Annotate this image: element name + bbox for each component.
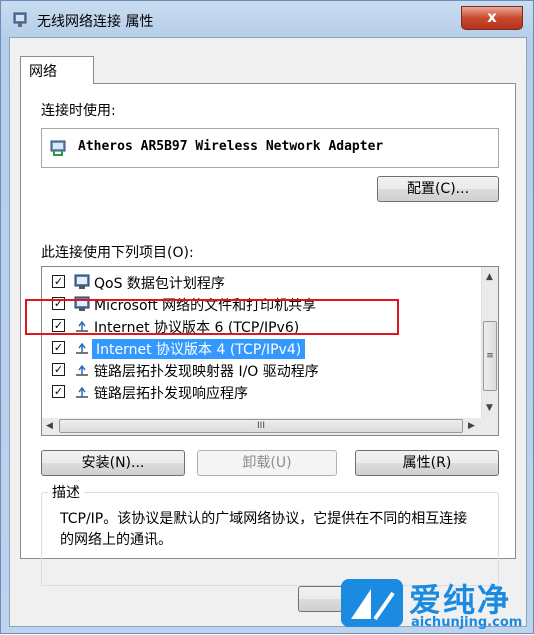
title-bar[interactable]: 无线网络连接 属性 x [1,1,534,37]
network-card-icon [50,140,66,156]
adapter-name: Atheros AR5B97 Wireless Network Adapter [78,139,384,154]
vertical-scrollbar[interactable]: ▲ ≡ ▼ [481,267,498,418]
protocol-icon [76,342,88,354]
scroll-left-arrow-icon[interactable]: ◀ [46,421,53,431]
components-list: ✓ QoS 数据包计划程序 ✓ Microsoft 网络的文件和打印机共享 ✓ … [41,266,499,436]
watermark-url: aichunjing.com [411,615,523,630]
connect-using-label: 连接时使用: [41,103,116,119]
adapter-box: Atheros AR5B97 Wireless Network Adapter [41,128,499,168]
checkbox[interactable]: ✓ [52,341,65,354]
list-item-selected[interactable]: ✓ Internet 协议版本 4 (TCP/IPv4) [42,337,482,359]
checkbox[interactable]: ✓ [52,275,65,288]
scroll-up-arrow-icon[interactable]: ▲ [486,272,493,282]
list-item-label: Internet 协议版本 4 (TCP/IPv4) [92,339,306,359]
list-item[interactable]: ✓ 链路层拓扑发现响应程序 [42,381,482,403]
watermark-logo-icon [341,579,403,627]
scroll-down-arrow-icon[interactable]: ▼ [486,403,493,413]
window-title: 无线网络连接 属性 [37,14,154,30]
properties-button[interactable]: 属性(R) [355,450,499,476]
watermark: 爱纯净 aichunjing.com [337,573,533,635]
list-item[interactable]: ✓ QoS 数据包计划程序 [42,271,482,293]
annotation-highlight-box [25,299,399,335]
protocol-icon [76,364,88,376]
tab-network[interactable]: 网络 [20,56,94,84]
checkbox[interactable]: ✓ [52,363,65,376]
items-label: 此连接使用下列项目(O): [41,245,194,261]
horizontal-scrollbar[interactable]: ◀ III ▶ [42,418,498,435]
description-text: TCP/IP。该协议是默认的广域网络协议，它提供在不同的相互连接的网络上的通讯。 [60,511,468,548]
description-title: 描述 [48,482,84,502]
list-item-label: QoS 数据包计划程序 [94,276,225,292]
list-item-label: 链路层拓扑发现映射器 I/O 驱动程序 [94,364,319,380]
qos-icon [74,274,90,289]
properties-window: 无线网络连接 属性 x 网络 连接时使用: Atheros AR5B97 Wir… [0,0,534,634]
checkbox[interactable]: ✓ [52,385,65,398]
uninstall-button[interactable]: 卸载(U) [197,450,337,476]
close-button[interactable]: x [461,6,523,30]
description-group: 描述 TCP/IP。该协议是默认的广域网络协议，它提供在不同的相互连接的网络上的… [41,482,499,586]
protocol-icon [76,386,88,398]
horizontal-scroll-thumb[interactable]: III [59,419,463,433]
network-adapter-icon [13,12,27,27]
configure-button[interactable]: 配置(C)... [377,176,499,202]
scroll-right-arrow-icon[interactable]: ▶ [468,421,475,431]
list-item-label: 链路层拓扑发现响应程序 [94,386,248,402]
vertical-scroll-thumb[interactable]: ≡ [483,321,497,391]
list-item[interactable]: ✓ 链路层拓扑发现映射器 I/O 驱动程序 [42,359,482,381]
install-button[interactable]: 安装(N)... [41,450,185,476]
